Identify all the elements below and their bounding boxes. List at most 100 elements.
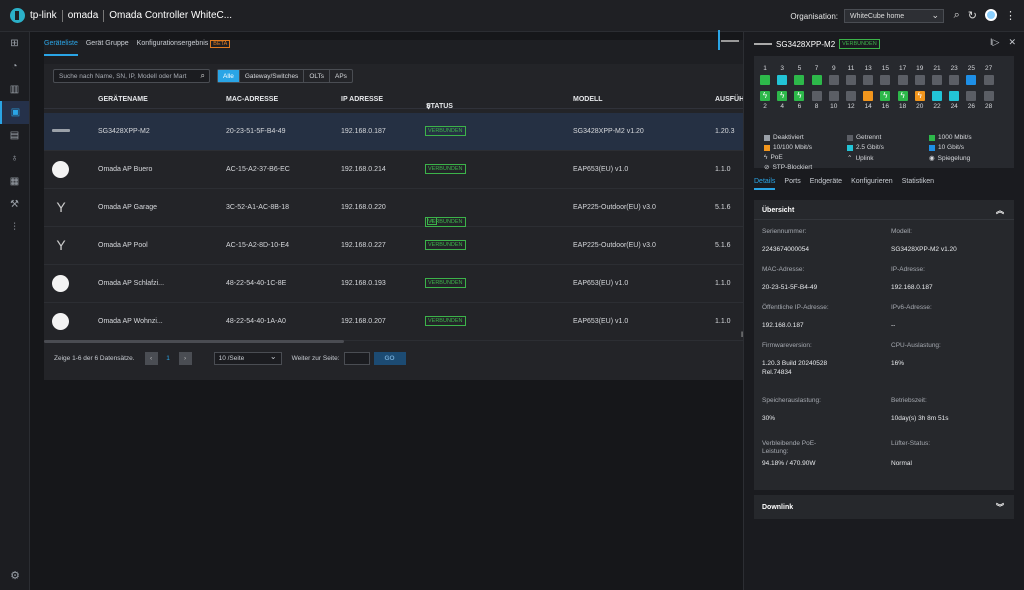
tab-clients[interactable]: Endgeräte	[810, 178, 842, 190]
expand-icon[interactable]: ︾	[996, 502, 1004, 513]
locate-icon[interactable]: I▷	[990, 37, 999, 48]
tab-configure[interactable]: Konfigurieren	[851, 178, 893, 190]
page-size-select[interactable]: 10 /Seite	[213, 351, 282, 365]
switch-port[interactable]	[828, 75, 839, 85]
statistics-icon[interactable]: ◔	[0, 55, 29, 78]
table-row[interactable]: SG3428XPP-M2 20-23-51-5F-B4-49 192.168.0…	[44, 113, 744, 151]
collapse-icon[interactable]: ︽	[996, 205, 1004, 216]
product-name: omada	[67, 10, 99, 21]
goto-page-input[interactable]	[343, 351, 370, 365]
reports-icon[interactable]: ⫶	[0, 216, 29, 239]
dashboard-icon[interactable]: ⊞	[0, 32, 29, 55]
switch-port[interactable]	[760, 75, 770, 85]
legend-label: Uplink	[855, 154, 874, 162]
horizontal-scrollbar[interactable]	[44, 340, 344, 343]
sidebar: ⊞ ◔ ▥ ▣ ▤ ♁ ▦ ⚒ ⫶ ⚙	[0, 32, 30, 590]
settings-icon[interactable]: ⚙	[0, 569, 30, 582]
table-row[interactable]: Omada AP Schlafzi... 48-22-54-40-1C-8E 1…	[44, 265, 744, 303]
tab-config-result[interactable]: Konfigurationsergebnis BETA	[137, 40, 231, 56]
switch-port[interactable]	[932, 75, 942, 85]
table-row[interactable]: Omada AP Wohnzi... 48-22-54-40-1A-A0 192…	[44, 303, 744, 341]
logs-icon[interactable]: ▦	[0, 170, 29, 193]
port-number: 27	[984, 65, 993, 72]
downlink-section[interactable]: Downlink ︾	[754, 495, 1014, 519]
port-number: 10	[830, 103, 838, 110]
port-number: 7	[814, 65, 819, 72]
filter-icon[interactable]: ⊽	[426, 103, 431, 111]
switch-port[interactable]: ϟ	[880, 91, 891, 101]
filter-all[interactable]: Alle	[218, 70, 240, 82]
avatar[interactable]	[985, 9, 997, 21]
poe-icon: ϟ	[780, 91, 785, 100]
switch-port[interactable]	[880, 75, 891, 85]
tab-device-group[interactable]: Gerät Gruppe	[86, 40, 129, 56]
legend-label: 2.5 Gbit/s	[856, 144, 884, 151]
col-model[interactable]: MODELL	[573, 96, 603, 103]
tab-ports[interactable]: Ports	[784, 178, 800, 190]
switch-port[interactable]	[949, 75, 960, 85]
port-number: 5	[797, 65, 802, 72]
go-button[interactable]: GO	[373, 351, 406, 365]
legend-uplink: ⌃ Uplink	[847, 154, 874, 163]
current-page[interactable]: 1	[162, 352, 175, 365]
filter-olts[interactable]: OLTs	[304, 70, 331, 82]
public-ip-value: 192.168.0.187	[762, 322, 804, 329]
tab-statistics[interactable]: Statistiken	[902, 178, 934, 190]
switch-port[interactable]: ϟ	[777, 91, 788, 101]
table-row[interactable]: Y Omada AP Pool AC-15-A2-8D-10-E4 192.16…	[44, 227, 744, 265]
memory-value: 30%	[762, 415, 776, 422]
next-page-button[interactable]: ›	[178, 351, 192, 365]
table-row[interactable]: Y Omada AP Garage 3C-52-A1-AC-8B-18 192.…	[44, 189, 744, 227]
clients-icon[interactable]: ▤	[0, 124, 29, 147]
close-icon[interactable]: ✕	[1008, 37, 1016, 48]
firmware-label: Firmwareversion:	[762, 342, 812, 349]
port-number: 11	[847, 65, 855, 72]
switch-port[interactable]	[897, 75, 908, 85]
tab-details[interactable]: Details	[754, 178, 776, 190]
switch-port[interactable]: ϟ	[914, 91, 925, 101]
search-input[interactable]: Suche nach Name, SN, IP, Modell oder Mar…	[53, 69, 210, 83]
switch-port[interactable]	[828, 91, 839, 101]
logo[interactable]: tp-link omada Omada Controller WhiteC...	[10, 8, 232, 23]
device-ip: 192.168.0.207	[341, 318, 386, 325]
filter-aps[interactable]: APs	[330, 70, 352, 82]
insight-icon[interactable]: ♁	[0, 147, 29, 170]
switch-port[interactable]: ϟ	[897, 91, 908, 101]
overview-header[interactable]: Übersicht ︽	[754, 200, 1014, 220]
prev-page-button[interactable]: ‹	[144, 351, 158, 365]
panel-resizer[interactable]: ‖	[739, 32, 744, 590]
search-icon[interactable]: ⌕	[954, 9, 960, 22]
switch-port[interactable]	[983, 91, 994, 101]
search-icon[interactable]: ⌕	[201, 71, 205, 81]
switch-port[interactable]	[914, 75, 925, 85]
switch-port[interactable]	[811, 91, 822, 101]
switch-port[interactable]	[863, 75, 874, 85]
col-mac[interactable]: MAC-ADRESSE	[226, 96, 278, 103]
uplink-icon: ⌃	[847, 155, 853, 162]
tools-icon[interactable]: ⚒	[0, 193, 29, 216]
switch-port[interactable]	[966, 75, 977, 85]
switch-port[interactable]	[846, 91, 856, 101]
col-device-name[interactable]: GERÄTENAME	[98, 96, 148, 103]
org-dropdown[interactable]: WhiteCube home	[844, 9, 944, 23]
devices-icon[interactable]: ▣	[0, 101, 29, 124]
switch-port[interactable]	[863, 91, 874, 101]
switch-port[interactable]	[966, 91, 977, 101]
col-ip[interactable]: IP ADRESSE	[341, 96, 383, 103]
map-icon[interactable]: ▥	[0, 78, 29, 101]
switch-port[interactable]	[777, 75, 788, 85]
switch-port[interactable]	[932, 91, 942, 101]
switch-port[interactable]: ϟ	[760, 91, 770, 101]
switch-port[interactable]: ϟ	[794, 91, 805, 101]
table-row[interactable]: Omada AP Buero AC-15-A2-37-B6-EC 192.168…	[44, 151, 744, 189]
switch-port[interactable]	[983, 75, 994, 85]
switch-port[interactable]	[811, 75, 822, 85]
more-menu-icon[interactable]: ⋮	[1005, 9, 1016, 22]
switch-port[interactable]	[794, 75, 805, 85]
switch-port[interactable]	[846, 75, 856, 85]
switch-port[interactable]	[949, 91, 960, 101]
refresh-icon[interactable]: ↻	[968, 9, 977, 22]
record-summary: Zeige 1-6 der 6 Datensätze.	[54, 354, 135, 362]
filter-gateway-switches[interactable]: Gateway/Switches	[240, 70, 305, 82]
tab-device-list[interactable]: Geräteliste	[44, 40, 78, 56]
